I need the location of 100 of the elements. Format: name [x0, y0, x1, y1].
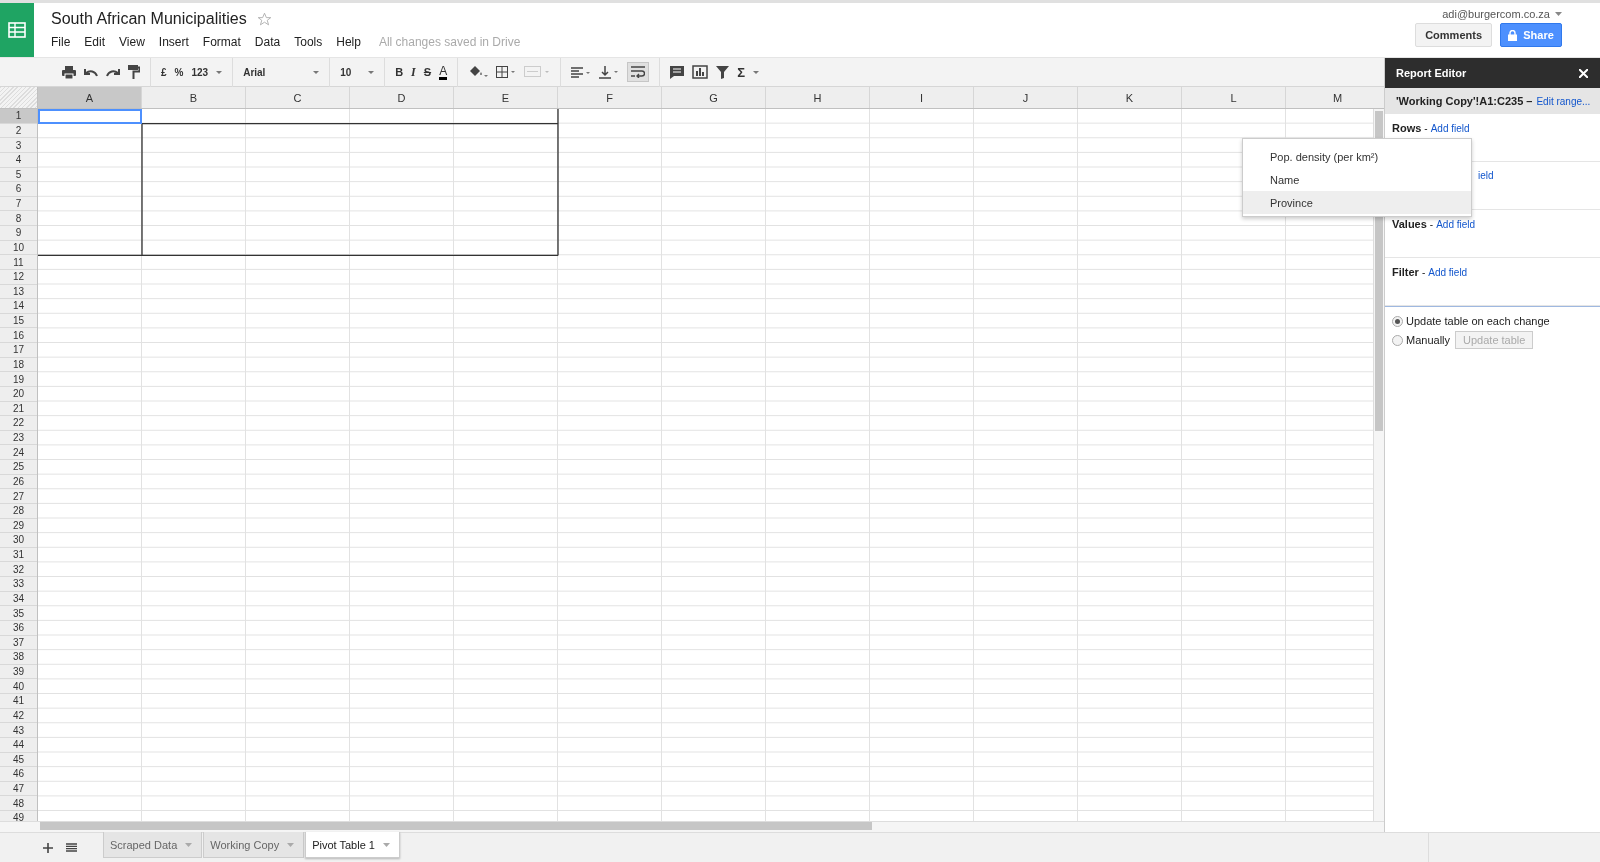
close-icon[interactable]: [1579, 68, 1588, 78]
text-color-button[interactable]: A: [439, 64, 448, 80]
column-header[interactable]: G: [662, 87, 766, 108]
sheet-tab[interactable]: Pivot Table 1: [305, 832, 400, 858]
row-number[interactable]: 44: [0, 737, 37, 753]
row-number[interactable]: 1: [0, 109, 37, 124]
row-number[interactable]: 48: [0, 796, 37, 811]
menu-item[interactable]: Insert: [158, 35, 189, 49]
column-header[interactable]: K: [1078, 87, 1182, 108]
row-number[interactable]: 19: [0, 372, 37, 387]
menu-item[interactable]: View: [119, 35, 145, 49]
row-number[interactable]: 13: [0, 284, 37, 300]
selected-cell[interactable]: [38, 109, 142, 124]
row-number[interactable]: 9: [0, 226, 37, 241]
star-icon[interactable]: [256, 11, 272, 27]
sheet-tab[interactable]: Working Copy: [203, 832, 305, 858]
font-dropdown[interactable]: Arial: [243, 66, 320, 78]
column-header[interactable]: D: [350, 87, 454, 108]
add-field-link[interactable]: Add field: [1428, 267, 1468, 278]
caret-icon[interactable]: [368, 70, 375, 74]
row-number[interactable]: 40: [0, 679, 37, 694]
caret-icon[interactable]: [382, 842, 390, 847]
row-number[interactable]: 46: [0, 767, 37, 782]
row-number[interactable]: 15: [0, 313, 37, 329]
row-number[interactable]: 37: [0, 635, 37, 651]
row-number[interactable]: 20: [0, 386, 37, 402]
sheet-tab[interactable]: Scraped Data: [103, 832, 203, 858]
filter-icon[interactable]: [716, 65, 730, 79]
row-number[interactable]: 12: [0, 269, 37, 285]
document-title[interactable]: South African Municipalities: [51, 10, 247, 28]
row-number[interactable]: 28: [0, 503, 37, 519]
row-number[interactable]: 45: [0, 752, 37, 768]
row-number[interactable]: 4: [0, 152, 37, 168]
redo-icon[interactable]: [106, 67, 120, 77]
column-header[interactable]: A: [38, 87, 142, 108]
column-header[interactable]: I: [870, 87, 974, 108]
row-number[interactable]: 42: [0, 708, 37, 724]
row-number[interactable]: 33: [0, 577, 37, 592]
menu-option[interactable]: Province: [1243, 191, 1471, 214]
row-number[interactable]: 38: [0, 650, 37, 665]
row-number[interactable]: 14: [0, 299, 37, 314]
row-number[interactable]: 23: [0, 430, 37, 446]
number-format-button[interactable]: 123: [191, 66, 209, 78]
add-field-link[interactable]: ield: [1478, 170, 1494, 181]
percent-button[interactable]: %: [174, 66, 184, 78]
add-field-link[interactable]: Add field: [1430, 123, 1470, 134]
menu-item[interactable]: Data: [254, 35, 281, 49]
menu-item[interactable]: Edit: [84, 35, 106, 49]
row-number[interactable]: 25: [0, 460, 37, 475]
menu-item[interactable]: Help: [336, 35, 361, 49]
menu-option[interactable]: Name: [1243, 168, 1471, 191]
italic-button[interactable]: I: [411, 64, 416, 80]
text-wrap-icon[interactable]: [627, 62, 650, 82]
row-number[interactable]: 7: [0, 196, 37, 212]
row-number[interactable]: 21: [0, 401, 37, 417]
row-number[interactable]: 30: [0, 533, 37, 548]
paint-format-icon[interactable]: [128, 65, 140, 79]
row-number[interactable]: 34: [0, 591, 37, 607]
row-number[interactable]: 17: [0, 343, 37, 358]
row-number[interactable]: 39: [0, 664, 37, 680]
account-email[interactable]: adi@burgercom.co.za: [1442, 8, 1550, 20]
vertical-align-icon[interactable]: [599, 65, 620, 79]
caret-icon[interactable]: [313, 70, 320, 74]
row-number[interactable]: 27: [0, 489, 37, 504]
fill-color-icon[interactable]: [468, 65, 489, 79]
comments-button[interactable]: Comments: [1415, 23, 1492, 47]
column-header[interactable]: L: [1182, 87, 1286, 108]
row-number[interactable]: 24: [0, 445, 37, 460]
align-icon[interactable]: [571, 66, 592, 78]
add-field-link[interactable]: Add field: [1436, 219, 1476, 230]
row-number[interactable]: 6: [0, 182, 37, 197]
row-number[interactable]: 35: [0, 606, 37, 621]
row-number[interactable]: 31: [0, 547, 37, 563]
add-sheet-icon[interactable]: [43, 843, 53, 853]
print-icon[interactable]: [62, 65, 76, 79]
caret-icon[interactable]: [216, 70, 223, 74]
radio-label[interactable]: Manually: [1406, 334, 1451, 346]
column-header[interactable]: F: [558, 87, 662, 108]
menu-item[interactable]: Tools: [294, 35, 323, 49]
column-header[interactable]: H: [766, 87, 870, 108]
row-number[interactable]: 22: [0, 416, 37, 431]
row-number[interactable]: 11: [0, 255, 37, 270]
comment-icon[interactable]: [670, 65, 685, 79]
menu-item[interactable]: Format: [202, 35, 241, 49]
caret-icon[interactable]: [1555, 12, 1562, 16]
row-number[interactable]: 47: [0, 781, 37, 797]
radio-button[interactable]: [1392, 334, 1403, 346]
edit-range-link[interactable]: Edit range...: [1536, 95, 1591, 107]
strikethrough-button[interactable]: S: [423, 66, 432, 78]
row-number[interactable]: 16: [0, 328, 37, 343]
menu-item[interactable]: File: [51, 35, 71, 49]
row-number[interactable]: 43: [0, 723, 37, 738]
radio-label[interactable]: Update table on each change: [1406, 315, 1550, 327]
sheet-list-icon[interactable]: [66, 843, 77, 852]
menu-option[interactable]: Pop. density (per km²): [1243, 145, 1471, 168]
column-header[interactable]: E: [454, 87, 558, 108]
row-number[interactable]: 41: [0, 694, 37, 709]
row-number[interactable]: 36: [0, 620, 37, 636]
column-header[interactable]: B: [142, 87, 246, 108]
sheets-logo-icon[interactable]: [0, 3, 34, 57]
